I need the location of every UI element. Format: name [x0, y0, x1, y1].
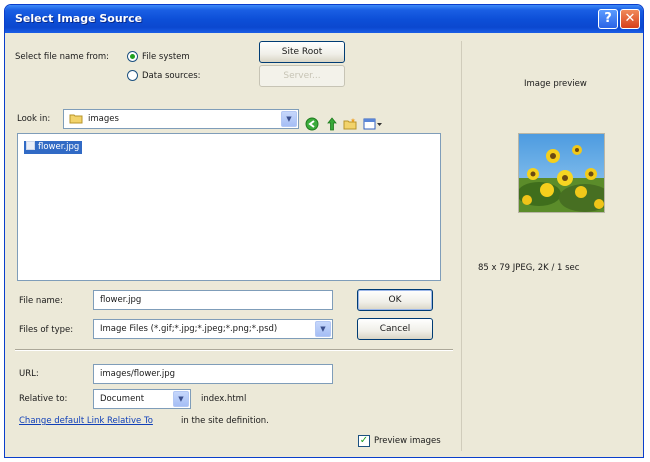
chevron-down-icon[interactable]: ▼	[173, 391, 189, 407]
dialog-title: Select Image Source	[15, 12, 143, 25]
image-file-icon	[26, 141, 35, 150]
files-of-type-dropdown[interactable]: Image Files (*.gif;*.jpg;*.jpeg;*.png;*.…	[93, 319, 333, 339]
files-of-type-label: Files of type:	[19, 325, 74, 335]
back-arrow-icon[interactable]	[305, 117, 319, 131]
chevron-down-icon[interactable]: ▼	[315, 321, 331, 337]
preview-thumbnail	[518, 133, 605, 213]
close-button[interactable]: ✕	[620, 9, 640, 29]
look-in-value: images	[88, 114, 119, 124]
help-button[interactable]: ?	[598, 9, 618, 29]
image-preview-title: Image preview	[524, 79, 587, 89]
file-name-field[interactable]: flower.jpg	[93, 290, 333, 310]
select-file-name-label: Select file name from:	[15, 52, 110, 62]
image-preview-panel: Image preview 85 x 79 JPEG, 2K / 1 sec	[461, 41, 641, 451]
url-label: URL:	[19, 369, 39, 379]
select-image-source-dialog: Select Image Source ? ✕ Select file name…	[4, 4, 644, 458]
relative-to-value: Document	[100, 394, 145, 404]
preview-images-checkbox[interactable]: ✓	[358, 435, 370, 447]
server-button[interactable]: Server...	[259, 65, 345, 87]
look-in-dropdown[interactable]: images ▼	[63, 109, 299, 129]
up-folder-icon[interactable]	[325, 117, 339, 131]
file-list[interactable]: flower.jpg	[17, 133, 441, 281]
image-info: 85 x 79 JPEG, 2K / 1 sec	[478, 263, 580, 273]
sunflower-image	[519, 134, 604, 212]
preview-images-label[interactable]: Preview images	[374, 436, 441, 446]
relative-to-dropdown[interactable]: Document ▼	[93, 389, 191, 409]
relative-to-label: Relative to:	[19, 394, 68, 404]
site-definition-text: in the site definition.	[181, 416, 269, 426]
list-item[interactable]: flower.jpg	[24, 141, 83, 154]
site-root-button[interactable]: Site Root	[259, 41, 345, 63]
chevron-down-icon[interactable]: ▼	[281, 111, 297, 127]
url-field[interactable]: images/flower.jpg	[93, 364, 333, 384]
ok-button[interactable]: OK	[357, 289, 433, 311]
files-of-type-value: Image Files (*.gif;*.jpg;*.jpeg;*.png;*.…	[100, 324, 278, 334]
cancel-button[interactable]: Cancel	[357, 318, 433, 340]
relative-doc-name: index.html	[201, 394, 247, 404]
file-name-label: File name:	[19, 296, 63, 306]
section-divider	[15, 349, 453, 351]
data-sources-label[interactable]: Data sources:	[142, 71, 201, 81]
new-folder-icon[interactable]	[343, 117, 357, 131]
data-sources-radio[interactable]	[127, 70, 138, 81]
file-system-radio[interactable]	[127, 51, 138, 62]
folder-icon	[69, 114, 83, 124]
change-default-link[interactable]: Change default Link Relative To	[19, 416, 153, 426]
title-bar[interactable]: Select Image Source ? ✕	[5, 5, 643, 33]
file-system-label[interactable]: File system	[142, 52, 190, 62]
look-in-label: Look in:	[17, 114, 51, 124]
file-item-name: flower.jpg	[38, 142, 80, 152]
view-menu-icon[interactable]	[363, 117, 383, 131]
